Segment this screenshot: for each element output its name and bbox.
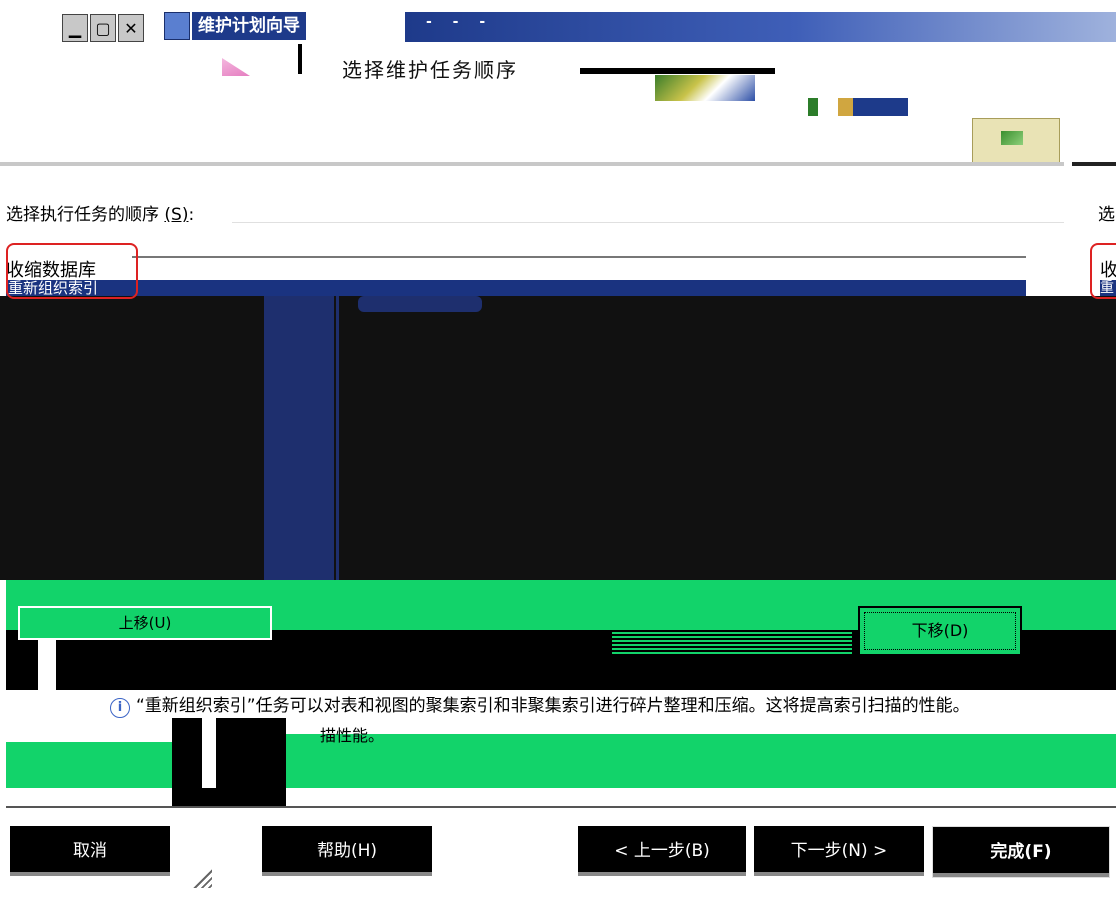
green-block-left: [6, 742, 172, 788]
wizard-box-icon: [972, 118, 1060, 165]
right-label: 选: [1098, 205, 1115, 225]
cancel-button[interactable]: 取消: [10, 826, 170, 876]
green-block-right: [286, 734, 1116, 788]
window-title: 维护计划向导: [192, 12, 306, 40]
order-label-accel: (S): [164, 205, 189, 225]
header-separator: [0, 162, 1064, 166]
maximize-icon[interactable]: ▢: [90, 14, 116, 42]
finish-button[interactable]: 完成(F): [932, 826, 1110, 878]
order-label-colon: :: [188, 205, 195, 225]
header-underline: [580, 68, 775, 74]
striped-bar: [612, 630, 852, 654]
header-separator-right: [1072, 162, 1116, 166]
next-button[interactable]: 下一步(N) >: [754, 826, 924, 876]
page-title: 选择维护任务顺序: [342, 58, 518, 82]
header-divider-vertical: [298, 44, 302, 74]
title-dashes: - - -: [426, 14, 494, 30]
highlight-frame-right: [1090, 243, 1116, 299]
app-icon: [164, 12, 190, 40]
move-down-button[interactable]: 下移(D): [858, 606, 1022, 656]
help-button[interactable]: 帮助(H): [262, 826, 432, 876]
label-rule: [232, 222, 1064, 223]
move-up-button[interactable]: 上移(U): [18, 606, 272, 640]
minimize-icon[interactable]: ▁: [62, 14, 88, 42]
black-block: [172, 718, 286, 808]
back-button[interactable]: < 上一步(B): [578, 826, 746, 876]
close-icon[interactable]: ✕: [118, 14, 144, 42]
info-message-continued: 描性能。: [320, 726, 385, 745]
task-list-area[interactable]: [0, 296, 1116, 580]
info-message-text: “重新组织索引”任务可以对表和视图的聚集索引和非聚集索引进行碎片整理和压缩。这将…: [136, 696, 970, 716]
footer-separator: [6, 806, 1116, 808]
title-bar: ▁ ▢ ✕ 维护计划向导 - - -: [0, 0, 1116, 42]
highlight-frame: [6, 243, 138, 299]
order-label-text: 选择执行任务的顺序: [6, 205, 159, 225]
resize-grip-icon[interactable]: [190, 866, 212, 888]
info-message: i “重新组织索引”任务可以对表和视图的聚集索引和非聚集索引进行碎片整理和压缩。这…: [98, 694, 1116, 718]
scrollbar-thumb[interactable]: [358, 296, 482, 312]
gap-block: [38, 636, 56, 696]
info-icon: i: [110, 698, 130, 718]
order-label: 选择执行任务的顺序 (S):: [6, 200, 194, 225]
wizard-graphic-icon: [655, 75, 755, 101]
title-gradient: [405, 12, 1116, 42]
wizard-graphic-strip-icon: [808, 98, 908, 116]
task-list-border: [132, 256, 1026, 258]
scrollbar-track[interactable]: [336, 296, 361, 580]
pink-arrow-icon: [222, 58, 250, 76]
list-item-selected[interactable]: 重新组织索引: [6, 280, 1026, 296]
scrollbar[interactable]: [264, 296, 334, 614]
